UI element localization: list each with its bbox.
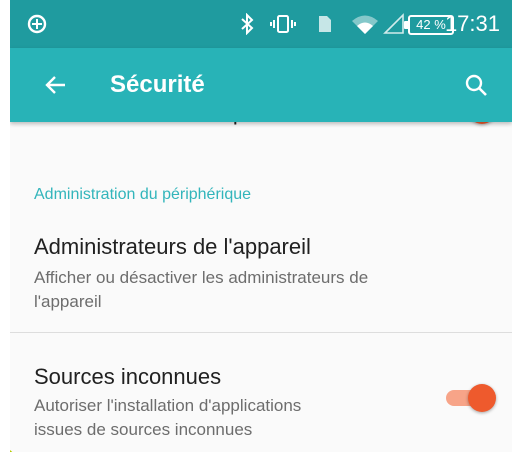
sim-card-icon [314,0,336,48]
list-item-device-administrators[interactable]: Administrateurs de l'appareil Afficher o… [10,222,512,332]
arrow-left-icon [45,76,65,94]
app-bar: Sécurité [10,48,512,122]
clock: 17:31 [444,11,500,36]
section-header: Administration du périphérique [34,186,252,203]
vibrate-icon [268,0,298,48]
list-item-title: Sources inconnues [34,364,222,389]
list-item-unknown-sources[interactable]: Sources inconnues Autoriser l'installati… [10,354,512,452]
page-title: Sécurité [110,71,205,98]
unknown-sources-toggle[interactable] [446,384,496,412]
list-item-subtitle: Afficher ou désactiver les administrateu… [34,268,369,287]
search-icon [465,74,487,96]
list-item-subtitle: issues de sources inconnues [34,420,253,439]
search-button[interactable] [454,63,498,107]
list-item-title: Administrateurs de l'appareil [34,234,311,259]
bluetooth-icon [236,0,258,48]
settings-screen: 42 % 17:31 Sécurité Afficher les mots de… [10,0,512,452]
divider [10,332,512,333]
signal-icon [382,0,406,48]
back-button[interactable] [34,63,78,107]
list-item-subtitle: Autoriser l'installation d'applications [34,396,302,415]
wifi-icon [350,0,380,48]
settings-list: Afficher les mots de passe Administratio… [10,96,512,452]
data-saver-icon [20,0,54,48]
list-item-subtitle: l'appareil [34,292,102,311]
status-bar: 42 % 17:31 [10,0,512,48]
